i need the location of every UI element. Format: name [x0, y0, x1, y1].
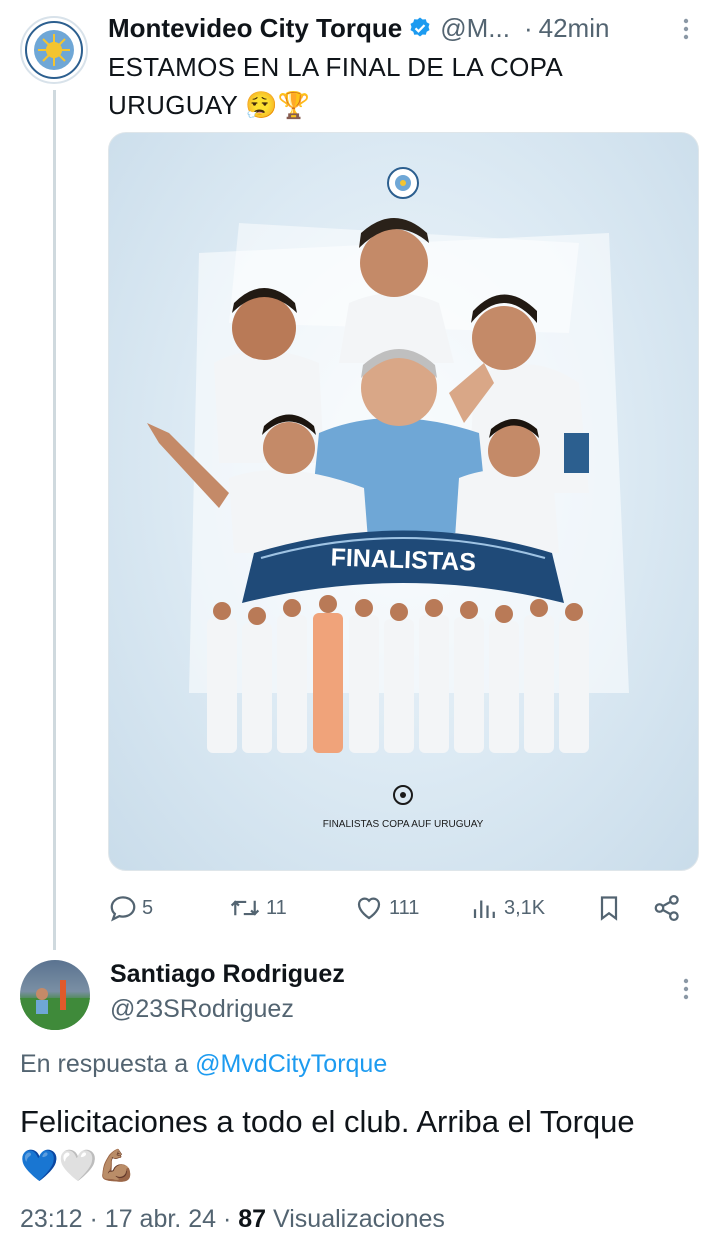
league-logo-icon: [393, 785, 413, 805]
in-reply-mention-link[interactable]: @MvdCityTorque: [195, 1050, 387, 1078]
tweet-time[interactable]: 42min: [539, 13, 610, 44]
like-button[interactable]: 111: [353, 888, 419, 928]
tweet-header: Montevideo City Torque @M... · 42min: [108, 10, 698, 46]
club-avatar[interactable]: [20, 16, 88, 84]
reply-avatar-photo: [20, 980, 90, 1030]
thread-line: [53, 90, 56, 950]
author-handle[interactable]: @M...: [440, 13, 510, 44]
poster-caption: FINALISTAS COPA AUF URUGUAY: [323, 819, 484, 830]
more-icon[interactable]: [683, 978, 689, 1000]
reply-meta: 23:12 · 17 abr. 24 · 87 Visualizaciones: [20, 1205, 445, 1234]
in-reply-prefix: En respuesta a: [20, 1050, 189, 1078]
retweet-count: 11: [266, 896, 287, 919]
finalists-poster: FINALISTAS FINALISTAS COPA AUF URUGUAY: [147, 167, 629, 830]
reply-author-handle[interactable]: @23SRodriguez: [110, 995, 294, 1024]
reply-views-count: 87: [238, 1205, 267, 1233]
more-icon[interactable]: [683, 18, 689, 40]
reply-text-line: Felicitaciones a todo el club. Arriba el…: [20, 1104, 635, 1139]
reply-date[interactable]: 17 abr. 24: [105, 1205, 216, 1233]
separator-dot: ·: [89, 1205, 105, 1233]
verified-badge-icon: [410, 17, 430, 37]
reply-emojis: 💙🤍💪🏽: [20, 1148, 136, 1183]
reply-avatar[interactable]: [20, 960, 90, 1030]
separator-dot: ·: [523, 12, 533, 43]
share-icon: [654, 895, 679, 921]
retweet-icon: [230, 900, 260, 916]
top-crest-icon: [387, 167, 419, 199]
in-reply-to: En respuesta a @MvdCityTorque: [20, 1050, 387, 1079]
reply-text: Felicitaciones a todo el club. Arriba el…: [20, 1100, 700, 1188]
reply-count: 5: [142, 896, 154, 919]
author-name[interactable]: Montevideo City Torque: [108, 13, 402, 44]
reply-views-label: Visualizaciones: [273, 1205, 445, 1233]
tweet-text: ESTAMOS EN LA FINAL DE LA COPA URUGUAY 😮…: [108, 52, 562, 120]
bookmark-icon: [600, 896, 618, 921]
share-button[interactable]: [652, 888, 686, 928]
reply-button[interactable]: 5: [108, 888, 153, 928]
tweet-action-bar: 5 11 111 3,1K: [108, 888, 708, 928]
like-count: 111: [389, 896, 420, 919]
team-row: [207, 595, 589, 753]
tweet-media-image[interactable]: FINALISTAS FINALISTAS COPA AUF URUGUAY: [108, 132, 699, 871]
separator-dot: ·: [222, 1205, 239, 1233]
bookmark-button[interactable]: [595, 888, 627, 928]
banner-text: FINALISTAS: [330, 543, 476, 576]
like-icon: [357, 897, 381, 920]
views-icon: [473, 900, 495, 918]
reply-time[interactable]: 23:12: [20, 1205, 83, 1233]
club-crest-icon: [25, 21, 83, 79]
views-button[interactable]: 3,1K: [470, 888, 545, 928]
reply-author-name[interactable]: Santiago Rodriguez: [110, 960, 345, 989]
views-count: 3,1K: [504, 896, 546, 919]
retweet-button[interactable]: 11: [228, 888, 287, 928]
reply-icon: [110, 896, 136, 922]
